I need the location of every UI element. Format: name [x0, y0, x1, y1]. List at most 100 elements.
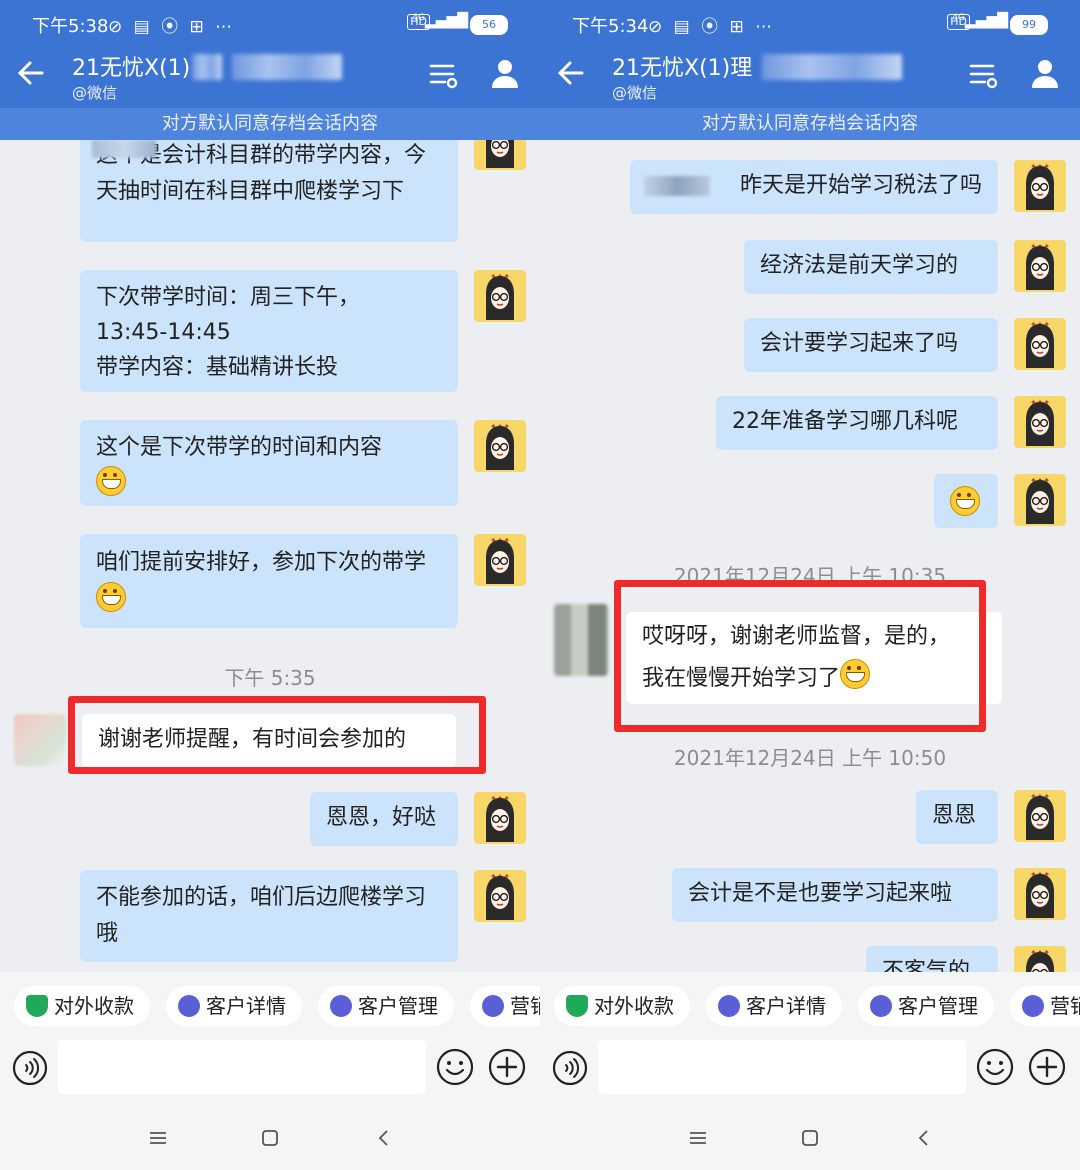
customer-icon	[330, 995, 352, 1017]
contact-profile-icon[interactable]	[488, 56, 522, 90]
customer-avatar[interactable]	[554, 604, 608, 676]
message-list[interactable]: 这个是会计科目群的带学内容，今天抽时间在科目群中爬楼学习下 下次带学时间：周三下…	[0, 140, 540, 972]
input-bar	[540, 1036, 1080, 1106]
message-bubble[interactable]: 下次带学时间：周三下午， 13:45-14:45 带学内容：基础精讲长投	[80, 270, 458, 392]
chip-customer-management[interactable]: 客户管理	[318, 986, 454, 1026]
agent-avatar[interactable]: ✦✦✦	[1014, 868, 1066, 920]
message-bubble[interactable]: 会计要学习起来了吗	[744, 318, 998, 372]
quick-actions-bar: 对外收款 客户详情 客户管理 营销	[540, 972, 1080, 1036]
message-text: 22年准备学习哪几科呢	[732, 409, 958, 434]
status-bar: 下午5:34 ⊘ ▤ ⦿ ⊞ ⋯ HD 4G▂▄▆█ 99	[540, 0, 1080, 48]
message-text: 恩恩，好哒	[326, 805, 437, 830]
message-text: 不能参加的话，咱们后边爬楼学习哦	[96, 885, 427, 946]
agent-avatar[interactable]: ✦✦✦	[1014, 474, 1066, 526]
battery-icon: 56	[470, 15, 508, 35]
message-text: 不客气的	[882, 959, 971, 972]
back-icon[interactable]	[912, 1126, 936, 1150]
redacted-title	[192, 54, 222, 80]
archive-notice: 对方默认同意存档会话内容	[540, 108, 1080, 140]
plus-icon[interactable]	[488, 1048, 526, 1086]
chip-label: 对外收款	[594, 994, 674, 1018]
message-bubble[interactable]: 经济法是前天学习的	[744, 240, 998, 294]
chip-label: 营销	[1050, 994, 1080, 1018]
chip-customer-details[interactable]: 客户详情	[166, 986, 302, 1026]
message-text: 这个是下次带学的时间和内容	[96, 435, 383, 460]
message-input[interactable]	[58, 1040, 426, 1094]
message-bubble[interactable]: 不客气的	[866, 946, 998, 972]
chip-marketing[interactable]: 营销	[1010, 986, 1080, 1026]
back-icon[interactable]	[372, 1126, 396, 1150]
chat-title: 21无忧X(1)	[72, 56, 191, 81]
status-bar: 下午5:38 ⊘ ▤ ⦿ ⊞ ⋯ HD 4G▂▄▆█ 56	[0, 0, 540, 48]
menu-icon[interactable]	[686, 1126, 710, 1150]
chat-menu-icon[interactable]	[968, 60, 998, 90]
chip-label: 对外收款	[54, 994, 134, 1018]
agent-avatar[interactable]: ✦✦✦	[474, 420, 526, 472]
message-input[interactable]	[598, 1040, 966, 1094]
chat-menu-icon[interactable]	[428, 60, 458, 90]
chip-external-payment[interactable]: 对外收款	[554, 986, 690, 1026]
chip-label: 客户详情	[206, 994, 286, 1018]
status-time: 下午5:38	[32, 16, 109, 37]
message-line: 下次带学时间：周三下午，	[96, 285, 361, 310]
message-bubble[interactable]	[934, 474, 998, 528]
agent-avatar[interactable]	[474, 140, 526, 170]
message-bubble[interactable]: 不能参加的话，咱们后边爬楼学习哦	[80, 870, 458, 962]
voice-input-icon[interactable]	[12, 1050, 48, 1086]
message-text: 会计要学习起来了吗	[760, 331, 959, 356]
status-notification-icons: ⊘ ▤ ⦿ ⊞ ⋯	[108, 17, 236, 37]
voice-input-icon[interactable]	[552, 1050, 588, 1086]
signal-icon: 4G▂▄▆█	[412, 13, 468, 29]
customer-icon	[1022, 995, 1044, 1017]
chip-marketing[interactable]: 营销	[470, 986, 540, 1026]
agent-avatar[interactable]: ✦✦✦	[1014, 396, 1066, 448]
home-icon[interactable]	[258, 1126, 282, 1150]
agent-avatar[interactable]: ✦✦✦	[1014, 318, 1066, 370]
chip-external-payment[interactable]: 对外收款	[14, 986, 150, 1026]
contact-profile-icon[interactable]	[1028, 56, 1062, 90]
emoji-icon[interactable]	[436, 1048, 474, 1086]
agent-avatar[interactable]: ✦✦✦	[1014, 240, 1066, 292]
agent-avatar[interactable]: ✦✦✦	[474, 534, 526, 586]
message-timestamp: 下午 5:35	[224, 666, 316, 690]
redacted-text	[92, 140, 156, 158]
message-text: 咱们提前安排好，参加下次的带学	[96, 550, 427, 575]
message-list[interactable]: 昨天是开始学习税法了吗 ✦✦✦ 经济法是前天学习的 ✦✦✦ 会计要学习起来了吗 …	[540, 140, 1080, 972]
message-text: 恩恩	[932, 803, 977, 828]
message-bubble[interactable]: 这个是下次带学的时间和内容	[80, 420, 458, 506]
agent-avatar[interactable]: ✦✦✦	[474, 792, 526, 844]
redacted-title	[232, 54, 342, 80]
emoji-icon[interactable]	[976, 1048, 1014, 1086]
message-bubble[interactable]: 恩恩，好哒	[310, 792, 458, 846]
chip-label: 客户管理	[898, 994, 978, 1018]
message-bubble[interactable]: 会计是不是也要学习起来啦	[672, 868, 998, 922]
message-bubble[interactable]: 恩恩	[916, 790, 998, 844]
message-text: 昨天是开始学习税法了吗	[739, 173, 982, 198]
screens: 下午5:38 ⊘ ▤ ⦿ ⊞ ⋯ HD 4G▂▄▆█ 56 21无忧X(1) @…	[0, 0, 1080, 1170]
agent-avatar[interactable]: ✦✦✦	[474, 870, 526, 922]
chip-customer-details[interactable]: 客户详情	[706, 986, 842, 1026]
home-icon[interactable]	[798, 1126, 822, 1150]
agent-avatar[interactable]: ✦✦✦	[1014, 946, 1066, 972]
agent-avatar[interactable]: ✦✦✦	[1014, 160, 1066, 212]
chip-label: 营销	[510, 994, 540, 1018]
menu-icon[interactable]	[146, 1126, 170, 1150]
shush-emoji-icon	[96, 582, 126, 612]
redacted-title	[762, 54, 902, 80]
plus-icon[interactable]	[1028, 1048, 1066, 1086]
status-time: 下午5:34	[572, 16, 649, 37]
back-arrow-icon[interactable]	[14, 56, 48, 90]
message-bubble[interactable]: 22年准备学习哪几科呢	[716, 396, 998, 450]
agent-avatar[interactable]: ✦✦✦	[1014, 790, 1066, 842]
chat-header: 21无忧X(1) @微信	[0, 48, 540, 108]
chat-title: 21无忧X(1)理	[612, 56, 753, 81]
chat-subtitle: @微信	[612, 84, 658, 102]
back-arrow-icon[interactable]	[554, 56, 588, 90]
chip-customer-management[interactable]: 客户管理	[858, 986, 994, 1026]
message-text: 经济法是前天学习的	[760, 253, 959, 278]
message-bubble[interactable]: 咱们提前安排好，参加下次的带学	[80, 534, 458, 628]
signal-icon: 4G▂▄▆█	[952, 13, 1008, 29]
agent-avatar[interactable]: ✦✦✦	[474, 270, 526, 322]
customer-avatar[interactable]	[14, 714, 66, 766]
customer-icon	[718, 995, 740, 1017]
